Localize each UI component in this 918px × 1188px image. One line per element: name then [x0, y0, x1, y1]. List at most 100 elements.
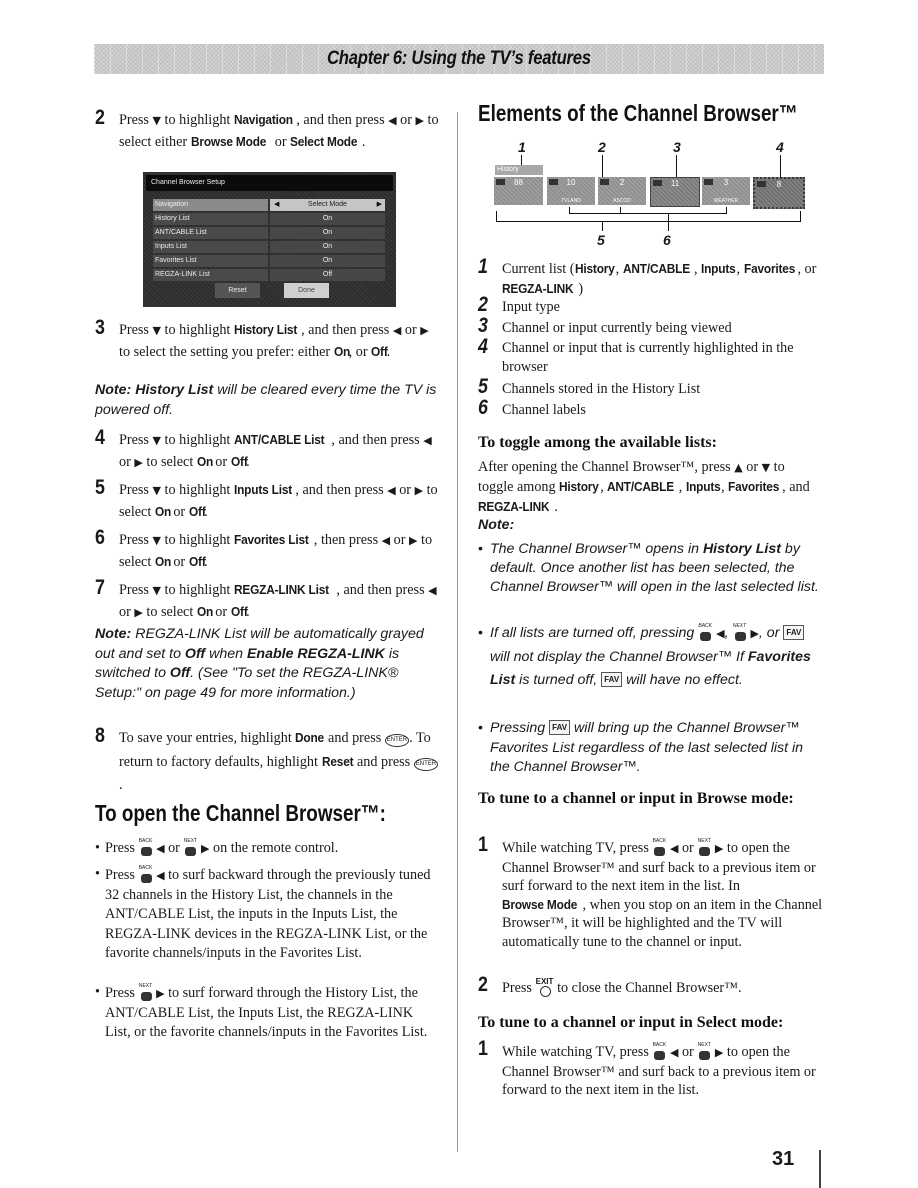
- open-bullet-1: • Press BACK ◀ or NEXT ▶ on the remote c…: [95, 838, 339, 856]
- back-cb-button-icon: BACK: [139, 865, 153, 883]
- down-arrow-icon: ▼: [152, 114, 161, 127]
- open-browser-heading: To open the Channel Browser™:: [95, 800, 386, 826]
- open-bullet-3: • Press NEXT ▶ to surf forward through t…: [95, 983, 428, 1040]
- open-bullet-2: • Press BACK ◀ to surf backward through …: [95, 865, 431, 961]
- right-arrow-icon: ▶: [376, 201, 382, 208]
- back-cb-button-icon: BACK: [652, 838, 666, 856]
- next-cb-button-icon: NEXT: [183, 838, 197, 856]
- setup-row-favorites-list[interactable]: Favorites List On: [153, 255, 385, 267]
- chapter-header-bar: Chapter 6: Using the TV’s features: [94, 44, 824, 74]
- setup-row-history-list[interactable]: History List On: [153, 213, 385, 225]
- setup-row-regza-link-list[interactable]: REGZA-LINK List Off: [153, 269, 385, 281]
- column-divider: [457, 112, 458, 1152]
- left-arrow-icon: ◀: [423, 434, 432, 447]
- next-cb-button-icon: NEXT: [697, 1042, 711, 1060]
- current-list-label: History: [495, 165, 543, 175]
- right-arrow-icon: ▶: [156, 987, 165, 1000]
- toggle-text: After opening the Channel Browser™, pres…: [478, 459, 810, 515]
- setup-title: Channel Browser Setup: [146, 175, 393, 191]
- step-3: 3 Press ▼ to highlight History List, and…: [95, 316, 429, 360]
- step-7: 7 Press ▼ to highlight REGZA-LINK List, …: [95, 576, 437, 620]
- current-channel-tile: 11: [650, 177, 700, 207]
- callout-5: 5: [597, 232, 605, 248]
- element-6: 6 Channel labels: [478, 396, 586, 419]
- browse-step-2: 2 Press EXIT to close the Channel Browse…: [478, 973, 742, 997]
- callout-1: 1: [518, 139, 526, 155]
- left-arrow-icon: ◀: [274, 201, 280, 208]
- note-bullet-2: • If all lists are turned off, pressing …: [478, 623, 811, 688]
- browse-mode-heading: To tune to a channel or input in Browse …: [478, 790, 794, 807]
- element-4: 4 Channel or input that is currently high…: [478, 335, 794, 375]
- channel-browser-figure: 1 2 3 4 History 88 10 TVLAND 2 ASCOD 11 3W…: [480, 135, 820, 255]
- next-cb-button-icon: NEXT: [139, 983, 153, 1001]
- down-arrow-icon: ▼: [152, 434, 161, 447]
- step-number: 2: [95, 106, 105, 129]
- browse-step-1: 1 While watching TV, press BACK ◀ or NEX…: [478, 833, 823, 950]
- back-cb-button-icon: BACK: [698, 623, 712, 641]
- elements-heading: Elements of the Channel Browser™: [478, 100, 798, 126]
- element-3: 3 Channel or input currently being viewed: [478, 314, 732, 337]
- select-step-1: 1 While watching TV, press BACK ◀ or NEX…: [478, 1037, 816, 1099]
- setup-row-navigation[interactable]: Navigation ◀ Select Mode ▶: [153, 199, 385, 211]
- fav-button-icon: FAV: [549, 720, 571, 735]
- left-arrow-icon: ◀: [156, 842, 165, 855]
- step-6: 6 Press ▼ to highlight Favorites List, t…: [95, 526, 433, 570]
- left-arrow-icon: ◀: [388, 114, 397, 127]
- back-cb-button-icon: BACK: [139, 838, 153, 856]
- enter-button-icon: ENTER: [384, 734, 410, 747]
- channel-tile: 88: [494, 177, 543, 205]
- channel-browser-setup-screen: Channel Browser Setup Navigation ◀ Select…: [143, 172, 396, 307]
- note-label: Note:: [478, 517, 515, 533]
- note-history-list: Note: History List will be cleared every…: [95, 382, 437, 418]
- left-arrow-icon: ◀: [156, 869, 165, 882]
- left-arrow-icon: ◀: [387, 484, 396, 497]
- right-arrow-icon: ▶: [420, 324, 429, 337]
- down-arrow-icon: ▼: [761, 461, 771, 474]
- down-arrow-icon: ▼: [152, 534, 161, 547]
- up-arrow-icon: ▲: [734, 461, 743, 474]
- fav-button-icon: FAV: [601, 672, 623, 687]
- right-arrow-icon: ▶: [134, 455, 143, 469]
- enter-button-icon: ENTER: [413, 758, 439, 771]
- callout-2: 2: [598, 139, 606, 155]
- next-cb-button-icon: NEXT: [697, 838, 711, 856]
- right-arrow-icon: ▶: [134, 605, 143, 619]
- reset-button[interactable]: Reset: [215, 283, 260, 298]
- channel-tile: 2 ASCOD: [598, 177, 646, 205]
- callout-6: 6: [663, 232, 671, 248]
- setup-row-ant-cable-list[interactable]: ANT/CABLE List On: [153, 227, 385, 239]
- down-arrow-icon: ▼: [152, 484, 161, 497]
- right-arrow-icon: ▶: [414, 484, 424, 497]
- setup-row-inputs-list[interactable]: Inputs List On: [153, 241, 385, 253]
- step-4: 4 Press ▼ to highlight ANT/CABLE List, a…: [95, 426, 432, 470]
- down-arrow-icon: ▼: [152, 584, 161, 597]
- left-arrow-icon: ◀: [428, 584, 437, 597]
- toggle-heading: To toggle among the available lists:: [478, 434, 717, 451]
- page-number: 31: [772, 1148, 795, 1170]
- down-arrow-icon: ▼: [152, 324, 161, 337]
- step-2: 2 Press ▼ to highlight Navigation, and t…: [95, 106, 439, 150]
- callout-4: 4: [776, 139, 784, 155]
- element-5: 5 Channels stored in the History List: [478, 375, 701, 398]
- exit-button-icon: EXIT: [536, 977, 554, 997]
- note-bullet-3: • Pressing FAV will bring up the Channel…: [478, 720, 804, 775]
- chapter-title: Chapter 6: Using the TV’s features: [327, 48, 591, 69]
- select-mode-heading: To tune to a channel or input in Select …: [478, 1014, 784, 1031]
- left-arrow-icon: ◀: [716, 627, 725, 640]
- done-button[interactable]: Done: [284, 283, 329, 298]
- left-arrow-icon: ◀: [381, 534, 391, 547]
- back-cb-button-icon: BACK: [652, 1042, 666, 1060]
- page-number-rule: [819, 1150, 821, 1188]
- right-arrow-icon: ▶: [750, 627, 759, 640]
- right-arrow-icon: ▶: [415, 114, 424, 127]
- note-regza-link: Note: REGZA-LINK List will be automatica…: [95, 626, 424, 701]
- channel-tile: 3 WEATHER: [702, 177, 750, 205]
- step-8: 8 To save your entries, highlight Done a…: [95, 724, 439, 793]
- note-bullet-1: • The Channel Browser™ opens in History …: [478, 541, 819, 595]
- right-arrow-icon: ▶: [409, 534, 418, 547]
- element-2: 2 Input type: [478, 293, 560, 316]
- next-cb-button-icon: NEXT: [733, 623, 747, 641]
- channel-tile: 10 TVLAND: [547, 177, 595, 205]
- highlighted-channel-tile: 8: [753, 177, 805, 209]
- element-1: 1 Current list (History, ANT/CABLE, Inpu…: [478, 255, 817, 297]
